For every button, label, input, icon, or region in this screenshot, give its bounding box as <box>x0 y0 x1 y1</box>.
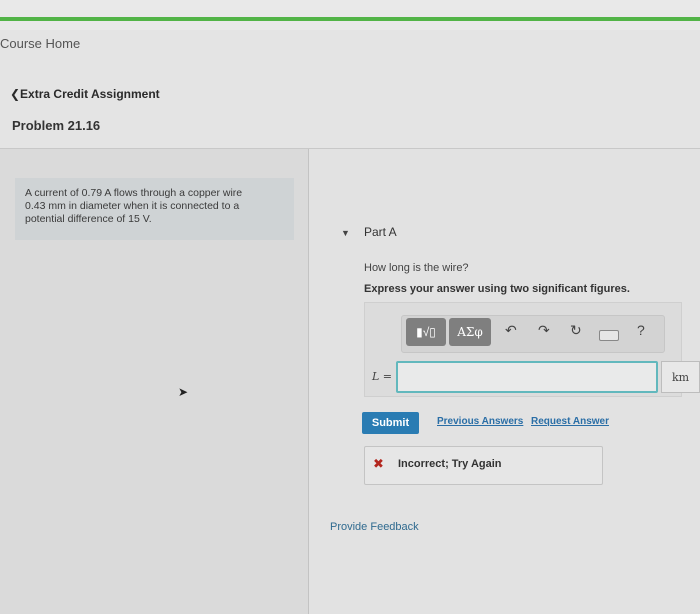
help-button[interactable]: ? <box>637 322 645 338</box>
mouse-cursor-icon: ➤ <box>178 385 189 399</box>
previous-answers-link[interactable]: Previous Answers <box>437 416 523 427</box>
greek-symbols-button[interactable]: ΑΣφ <box>449 318 491 346</box>
reset-icon[interactable]: ↻ <box>570 322 582 339</box>
feedback-status: Incorrect; Try Again <box>398 458 502 470</box>
answer-input[interactable] <box>396 361 658 393</box>
problem-title: Problem 21.16 <box>12 118 101 133</box>
course-home-link[interactable]: Course Home <box>0 36 80 51</box>
submit-button[interactable]: Submit <box>362 412 419 434</box>
problem-statement-line: 0.43 mm in diameter when it is connected… <box>25 200 240 212</box>
provide-feedback-link[interactable]: Provide Feedback <box>330 521 419 533</box>
back-to-assignment-link[interactable]: ❮Extra Credit Assignment <box>10 87 160 101</box>
top-bar <box>0 0 700 30</box>
redo-icon[interactable]: ↷ <box>538 322 550 339</box>
question-text: How long is the wire? <box>364 262 469 274</box>
undo-icon[interactable]: ↶ <box>505 322 517 339</box>
accent-strip <box>0 17 700 21</box>
unit-label: km <box>661 361 700 393</box>
keyboard-icon[interactable] <box>599 330 619 341</box>
problem-statement-line: potential difference of 15 V. <box>25 213 152 225</box>
variable-label: L = <box>372 370 393 383</box>
problem-statement: A current of 0.79 A flows through a copp… <box>15 178 294 240</box>
request-answer-link[interactable]: Request Answer <box>531 416 609 427</box>
instruction-text: Express your answer using two significan… <box>364 283 630 295</box>
collapse-chevron-icon[interactable]: ▼ <box>341 228 350 238</box>
part-label[interactable]: Part A <box>364 225 397 239</box>
incorrect-x-icon: ✖ <box>373 456 384 471</box>
templates-button[interactable]: ▮√▯ <box>406 318 446 346</box>
problem-statement-line: A current of 0.79 A flows through a copp… <box>25 187 243 199</box>
